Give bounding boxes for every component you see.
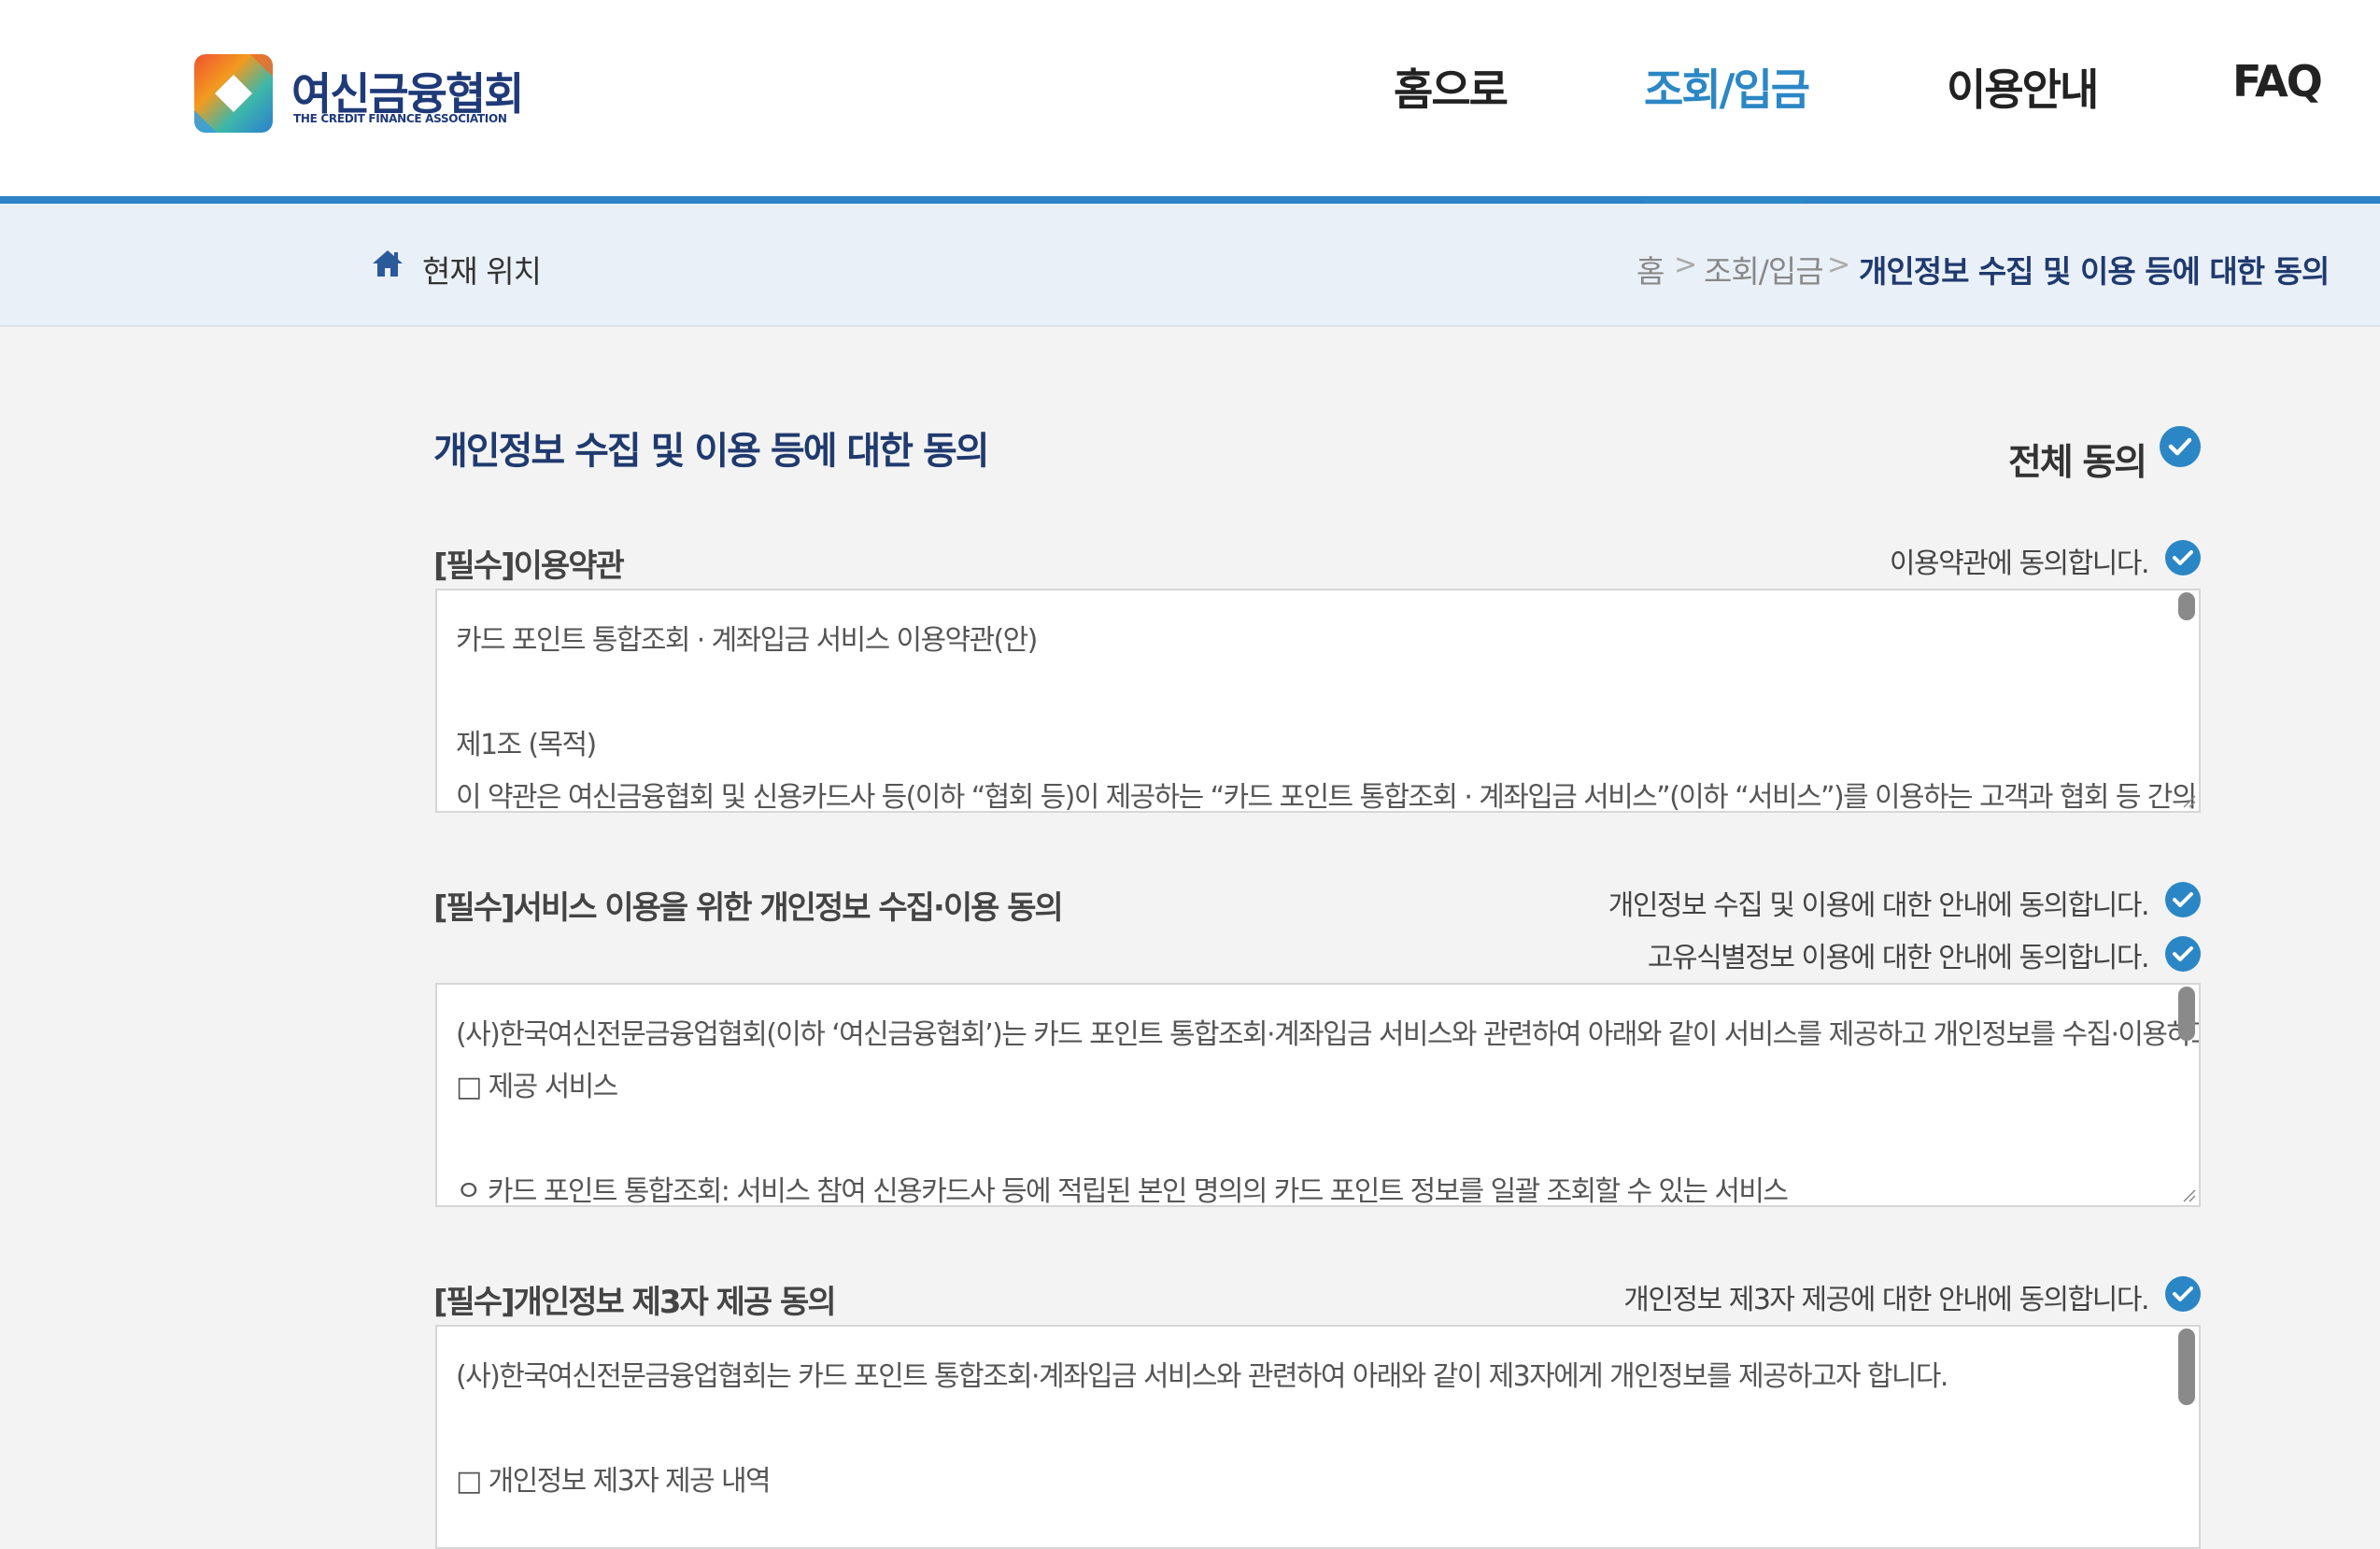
- logo-mark-icon: [194, 54, 273, 133]
- home-icon: [372, 249, 404, 278]
- nav-guide[interactable]: 이용안내: [1947, 56, 2099, 115]
- terms-textarea[interactable]: 카드 포인트 통합조회 · 계좌입금 서비스 이용약관(안) 제1조 (목적) …: [435, 589, 2201, 813]
- nav-inquiry-deposit[interactable]: 조회/입금: [1644, 56, 1810, 115]
- current-location-label: 현재 위치: [422, 253, 542, 290]
- breadcrumb-current: 개인정보 수집 및 이용 등에 대한 동의: [1859, 253, 2330, 290]
- third-party-textarea[interactable]: (사)한국여신전문금융업협회는 카드 포인트 통합조회·계좌입금 서비스와 관련…: [435, 1325, 2201, 1549]
- scrollbar-thumb[interactable]: [2178, 987, 2195, 1041]
- agree-terms-check-icon[interactable]: [2165, 540, 2201, 576]
- agree-all-label[interactable]: 전체 동의: [2008, 433, 2147, 486]
- terms-line: 카드 포인트 통합조회 · 계좌입금 서비스 이용약관(안): [456, 624, 1038, 657]
- breadcrumb-inquiry[interactable]: 조회/입금: [1704, 247, 1824, 291]
- breadcrumb-separator: >: [1827, 249, 1851, 281]
- logo[interactable]: 여신금융협회 THE CREDIT FINANCE ASSOCIATION: [194, 54, 524, 133]
- agree-third-party-check-icon[interactable]: [2165, 1276, 2201, 1312]
- breadcrumb-home[interactable]: 홈: [1636, 247, 1665, 291]
- section-third-party-title: [필수]개인정보 제3자 제공 동의: [433, 1284, 837, 1321]
- terms-line: 제1조 (목적): [456, 729, 597, 761]
- terms-line: □ 개인정보 제3자 제공 내역: [456, 1465, 772, 1498]
- terms-line: (사)한국여신전문금융업협회는 카드 포인트 통합조회·계좌입금 서비스와 관련…: [456, 1360, 1948, 1393]
- agree-privacy-collection-label[interactable]: 개인정보 수집 및 이용에 대한 안내에 동의합니다.: [1608, 882, 2150, 923]
- terms-line: (사)한국여신전문금융업협회(이하 ‘여신금융협회’)는 카드 포인트 통합조회…: [456, 1018, 2201, 1051]
- page-title: 개인정보 수집 및 이용 등에 대한 동의: [433, 430, 990, 473]
- terms-line: □ 제공 서비스: [456, 1071, 618, 1103]
- agree-unique-id-check-icon[interactable]: [2165, 936, 2201, 972]
- agree-all-check-icon[interactable]: [2160, 426, 2201, 467]
- resize-handle-icon[interactable]: [2180, 792, 2197, 809]
- agree-privacy-collection-check-icon[interactable]: [2165, 882, 2201, 917]
- agree-terms-label[interactable]: 이용약관에 동의합니다.: [1890, 540, 2150, 581]
- resize-handle-icon[interactable]: [2180, 1187, 2197, 1203]
- privacy-collection-textarea[interactable]: (사)한국여신전문금융업협회(이하 ‘여신금융협회’)는 카드 포인트 통합조회…: [435, 983, 2201, 1207]
- scrollbar-thumb[interactable]: [2178, 1329, 2195, 1405]
- agree-third-party-label[interactable]: 개인정보 제3자 제공에 대한 안내에 동의합니다.: [1623, 1276, 2149, 1317]
- nav-faq[interactable]: FAQ: [2232, 56, 2323, 112]
- logo-subtext: THE CREDIT FINANCE ASSOCIATION: [293, 112, 507, 125]
- scrollbar-thumb[interactable]: [2178, 592, 2195, 620]
- section-terms-title: [필수]이용약관: [433, 547, 625, 585]
- section-privacy-collection-title: [필수]서비스 이용을 위한 개인정보 수집·이용 동의: [433, 889, 1064, 927]
- site-header: 여신금융협회 THE CREDIT FINANCE ASSOCIATION 홈으…: [0, 0, 2380, 204]
- breadcrumb-separator: >: [1674, 249, 1698, 281]
- terms-line: 이 약관은 여신금융협회 및 신용카드사 등(이하 “협회 등)이 제공하는 “…: [456, 781, 2201, 813]
- agree-unique-id-label[interactable]: 고유식별정보 이용에 대한 안내에 동의합니다.: [1648, 934, 2150, 975]
- terms-line: ㅇ 카드 포인트 통합조회: 서비스 참여 신용카드사 등에 적립된 본인 명의…: [456, 1175, 1789, 1207]
- nav-home[interactable]: 홈으로: [1394, 56, 1509, 115]
